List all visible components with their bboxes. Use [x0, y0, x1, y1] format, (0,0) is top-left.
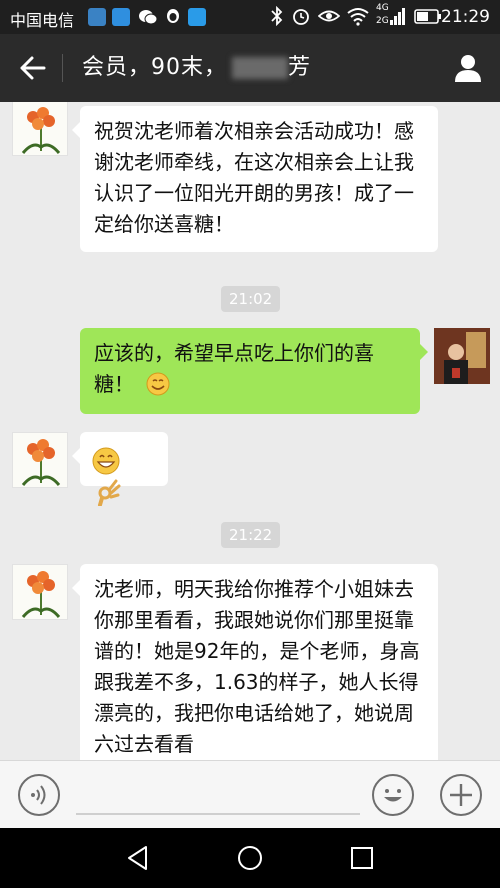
alarm-icon: [293, 9, 309, 25]
message-input[interactable]: [76, 813, 360, 815]
grin-emoji-icon: [92, 447, 120, 474]
message-text: 沈老师，明天我给你推荐个小姐妹去你那里看看，我跟她说你们那里挺靠谱的！她是92年…: [94, 577, 420, 756]
contact-profile-icon[interactable]: [452, 52, 484, 84]
more-options-button[interactable]: [440, 774, 482, 816]
bluetooth-icon: [271, 6, 283, 26]
nav-back-icon[interactable]: [124, 844, 152, 872]
voice-icon: [31, 785, 46, 805]
my-avatar-image: [434, 328, 490, 384]
chat-area[interactable]: 祝贺沈老师着次相亲会活动成功！感谢沈老师牵线，在这次相亲会上让我认识了一位阳光开…: [0, 102, 500, 760]
signal-icon: [390, 8, 405, 25]
carrier-name: 中国电信: [10, 11, 75, 30]
flower-avatar-image: [21, 571, 61, 618]
message-timestamp: 21:22: [221, 522, 281, 548]
status-time: 21:29: [441, 7, 490, 27]
wifi-icon: [347, 8, 369, 26]
input-bar: [0, 760, 500, 828]
emoji-picker-button[interactable]: [372, 774, 414, 816]
nav-home-icon[interactable]: [236, 844, 264, 872]
qq-notification-icon: [167, 9, 179, 23]
message-timestamp: 21:02: [221, 286, 281, 312]
network-type-label-bottom: 2G: [376, 16, 389, 26]
battery-icon: [414, 9, 441, 24]
header-divider: [62, 54, 63, 82]
contact-avatar[interactable]: [12, 102, 68, 156]
contact-avatar[interactable]: [12, 564, 68, 620]
message-bubble-outgoing[interactable]: 应该的，希望早点吃上你们的喜糖！: [80, 328, 428, 414]
redacted-name: [232, 57, 288, 79]
chat-title: 会员，90末，: [82, 55, 227, 80]
message-bubble-incoming[interactable]: 祝贺沈老师着次相亲会活动成功！感谢沈老师牵线，在这次相亲会上让我认识了一位阳光开…: [72, 106, 438, 252]
more-plus-icon: [450, 784, 472, 806]
my-avatar[interactable]: [434, 328, 490, 384]
wechat-notification-icon: [139, 10, 158, 25]
nav-recents-icon[interactable]: [348, 844, 376, 872]
voice-input-button[interactable]: [18, 774, 60, 816]
message-bubble-incoming[interactable]: 沈老师，明天我给你推荐个小姐妹去你那里看看，我跟她说你们那里挺靠谱的！她是92年…: [72, 564, 438, 760]
chat-header: 会员，90末， 芳: [0, 34, 500, 102]
alipay-notification-icon: [188, 8, 206, 26]
message-text: 应该的，希望早点吃上你们的喜糖！: [94, 341, 374, 396]
emoji-picker-icon: [384, 789, 402, 802]
back-arrow-icon[interactable]: [18, 54, 48, 82]
ok-hand-emoji-icon: [98, 479, 121, 506]
smile-emoji-icon: [146, 372, 170, 395]
notification-map-icon: [112, 8, 130, 26]
contact-avatar[interactable]: [12, 432, 68, 488]
chat-title-suffix: 芳: [288, 55, 312, 80]
message-bubble-incoming[interactable]: [72, 432, 168, 506]
flower-avatar-image: [21, 439, 61, 486]
system-nav-bar: [0, 828, 500, 888]
flower-avatar-image: [21, 107, 61, 154]
message-text: 祝贺沈老师着次相亲会活动成功！感谢沈老师牵线，在这次相亲会上让我认识了一位阳光开…: [94, 119, 414, 236]
status-bar: 中国电信 4G 2G 21:29: [0, 0, 500, 34]
notification-app-icon: [88, 8, 106, 26]
network-type-label-top: 4G: [376, 3, 389, 13]
eye-icon: [318, 10, 340, 22]
